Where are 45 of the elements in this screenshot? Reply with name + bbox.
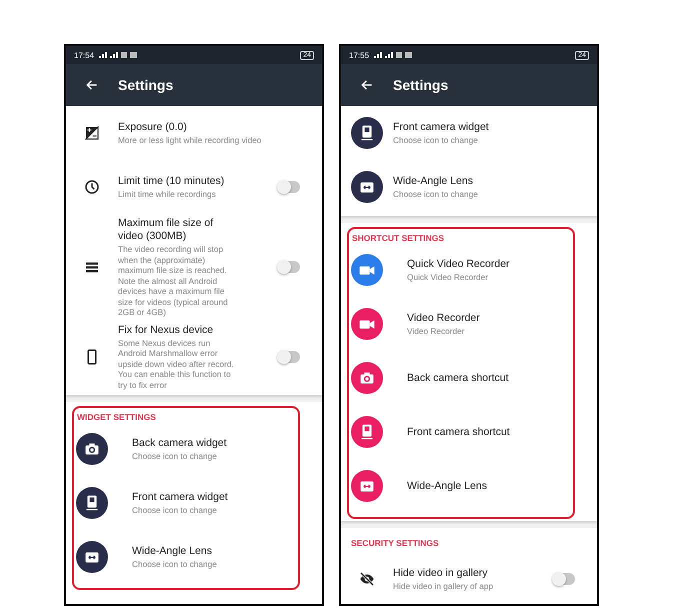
setting-title[interactable]: Back camera shortcut	[407, 372, 573, 384]
clock-icon	[83, 178, 101, 196]
setting-description: Choose icon to change	[132, 504, 218, 516]
setting-description: Some Nexus devices run Android Marshmallow error upside down video after record. You can enable this function to try to fix error	[118, 338, 235, 390]
section-header: WIDGET SETTINGS	[76, 411, 157, 422]
setting-description: Hide video in gallery of app	[393, 580, 494, 592]
section-header: SHORTCUT SETTINGS	[351, 232, 446, 243]
setting-description: Video Recorder	[407, 326, 466, 336]
setting-title[interactable]: Front camera widget	[132, 490, 298, 504]
setting-description: Choose icon to change	[132, 450, 218, 462]
setting-description: More or less light while recording video	[118, 134, 262, 146]
setting-title[interactable]: Wide-Angle Lens	[407, 480, 573, 492]
screen-title: Settings	[393, 77, 448, 93]
toggle-switch[interactable]	[553, 573, 575, 585]
section-header: SECURITY SETTINGS	[350, 537, 440, 550]
back-arrow-icon[interactable]	[85, 78, 99, 92]
setting-title[interactable]: Front camera shortcut	[407, 426, 573, 438]
setting-title[interactable]: Exposure (0.0)	[118, 120, 322, 134]
back-arrow-icon[interactable]	[360, 78, 374, 92]
setting-title[interactable]: Wide-Angle Lens	[132, 544, 298, 558]
setting-title[interactable]: Fix for Nexus device	[118, 324, 238, 336]
setting-title[interactable]: Back camera widget	[132, 436, 298, 450]
status-time: 17:54	[74, 50, 94, 60]
setting-title[interactable]: Quick Video Recorder	[407, 258, 573, 271]
setting-title[interactable]: Video Recorder	[407, 312, 573, 325]
eye-off-icon	[358, 570, 376, 588]
setting-title[interactable]: Maximum file size of video (300MB)	[118, 217, 238, 243]
setting-title[interactable]: Wide-Angle Lens	[393, 174, 597, 188]
signal-icon	[98, 51, 138, 59]
toggle-switch[interactable]	[278, 261, 300, 274]
setting-description: Quick Video Recorder	[407, 272, 490, 282]
setting-description: The video recording will stop when the (approximate) maximum file size is reached. Note the almost all Android devices have a maximum file size for videos (typical around 2GB or 4GB)	[118, 244, 229, 318]
exposure-icon	[83, 124, 101, 142]
toggle-switch[interactable]	[278, 181, 300, 193]
setting-title[interactable]: Hide video in gallery	[393, 566, 513, 580]
setting-description: Choose icon to change	[132, 558, 218, 570]
setting-title[interactable]: Front camera widget	[393, 120, 597, 134]
status-time: 17:55	[349, 50, 370, 60]
toggle-switch[interactable]	[278, 350, 300, 363]
screen-title: Settings	[118, 77, 174, 93]
signal-icon	[373, 51, 414, 59]
setting-title[interactable]: Limit time (10 minutes)	[118, 174, 238, 188]
setting-description: Limit time while recordings	[118, 188, 217, 200]
setting-description: Choose icon to change	[393, 188, 479, 200]
setting-description: Choose icon to change	[393, 134, 479, 146]
